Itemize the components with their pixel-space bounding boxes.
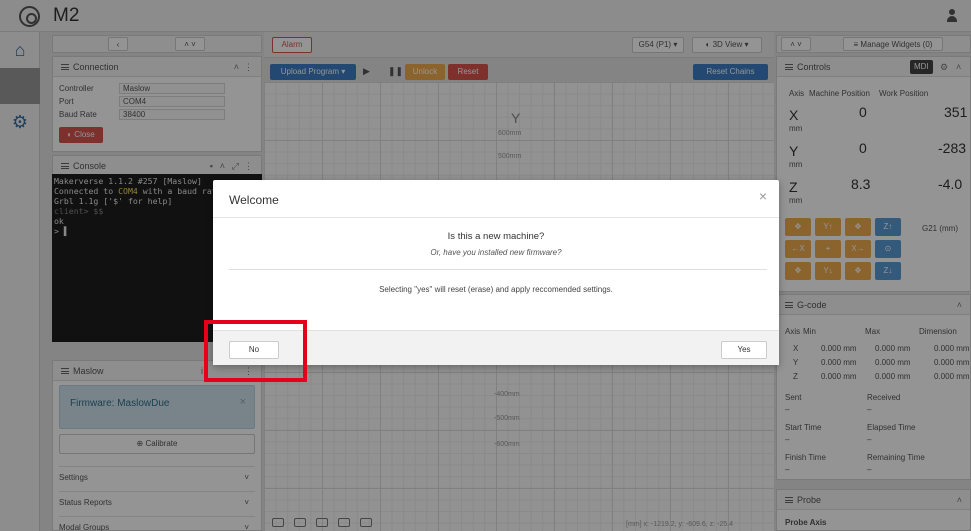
modal-question: Is this a new machine? bbox=[447, 231, 545, 242]
yes-button[interactable]: Yes bbox=[721, 341, 767, 359]
modal-divider bbox=[229, 269, 767, 270]
annotation-highlight-box bbox=[204, 320, 307, 382]
modal-divider bbox=[213, 217, 779, 218]
modal-subtitle: Or, have you installed new firmware? bbox=[430, 248, 562, 257]
modal-note: Selecting "yes" will reset (erase) and a… bbox=[379, 285, 613, 294]
close-icon[interactable]: × bbox=[759, 188, 767, 204]
modal-title: Welcome bbox=[229, 193, 279, 207]
